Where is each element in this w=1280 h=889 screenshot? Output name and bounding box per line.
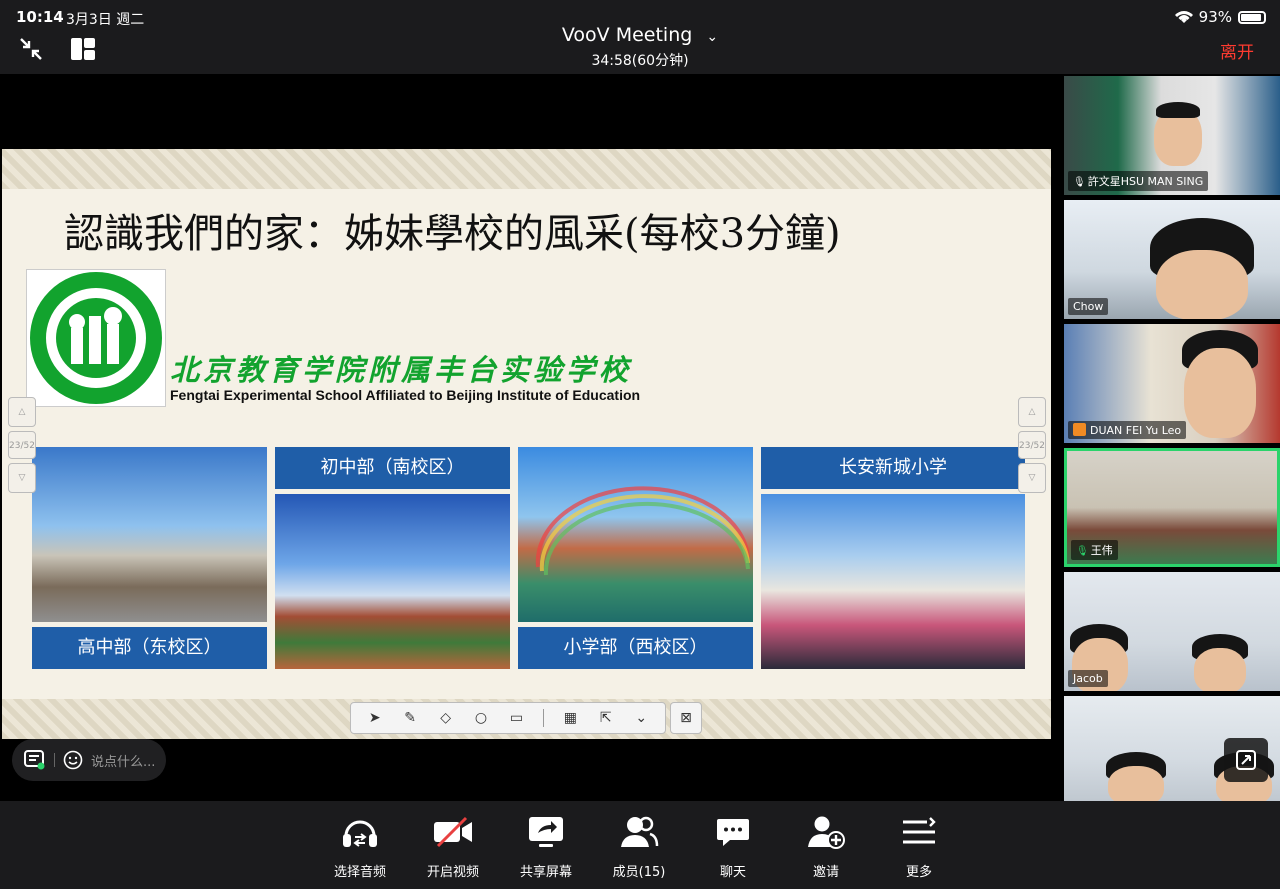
slide-prev-left[interactable]: △: [8, 397, 36, 427]
participant-name: 王伟: [1090, 544, 1113, 557]
chevron-down-icon: ⌄: [706, 29, 719, 45]
school-name-en: Fengtai Experimental School Affiliated t…: [170, 387, 641, 403]
participant-face: [1194, 648, 1246, 691]
shared-screen-stage: 認識我們的家：姊妹學校的風采(每校3分鐘) 北京教育学院附属丰台实验学校 Fen…: [0, 74, 1062, 801]
headset-icon: [343, 820, 377, 847]
school-logo: [26, 269, 166, 407]
rainbow-graphic: [535, 486, 750, 576]
expand-icon: [1236, 750, 1256, 770]
invite-button-label: 邀请: [812, 865, 839, 880]
laser-icon[interactable]: ▭: [507, 709, 525, 727]
bottom-toolbar: 选择音频 开启视频 共享屏幕 成员(15) 聊天 邀请 更多: [0, 801, 1280, 889]
participant-rail[interactable]: 🎙 許文星HSU MAN SING Chow DUAN FEI Yu Leo 🎙 王…: [1062, 74, 1280, 801]
participant-name: DUAN FEI Yu Leo: [1090, 424, 1182, 437]
participant-name-tag: DUAN FEI Yu Leo: [1068, 421, 1187, 439]
participant-tile[interactable]: Jacob: [1064, 572, 1280, 691]
participant-face: [1156, 250, 1248, 319]
slide-top-border: [2, 149, 1051, 189]
divider: [54, 753, 55, 767]
participant-name-tag: Chow: [1068, 298, 1109, 315]
participant-face: [1184, 348, 1256, 438]
slide-title: 認識我們的家：姊妹學校的風采(每校3分鐘): [64, 211, 841, 257]
slide-page-left: 23/52: [8, 431, 36, 459]
chevron-down-icon[interactable]: ⌄: [632, 709, 650, 727]
members-icon: [621, 816, 659, 847]
participant-name: Jacob: [1073, 672, 1103, 685]
participant-hair: [1156, 102, 1200, 118]
meeting-title[interactable]: VooV Meeting ⌄: [0, 24, 1280, 46]
pointer-icon[interactable]: ➤: [366, 709, 384, 727]
chat-icon: [717, 819, 749, 846]
more-button[interactable]: 更多: [879, 813, 959, 880]
members-button-label: 成员(15): [612, 865, 666, 880]
caption-primary-school: 小学部（西校区）: [518, 627, 753, 669]
meeting-duration: 34:58(60分钟): [591, 53, 689, 69]
photo-high-school: [32, 447, 267, 622]
participant-name-tag: 🎙 許文星HSU MAN SING: [1068, 171, 1209, 191]
slide-next-right[interactable]: ▽: [1018, 463, 1046, 493]
emoji-icon[interactable]: [63, 750, 83, 770]
participant-tile-active[interactable]: 🎙 王伟: [1064, 448, 1280, 567]
top-bar: 10:14 3月3日 週二 93% VooV Meeting ⌄ 34:58(6…: [0, 0, 1280, 74]
participant-face: [1108, 766, 1164, 801]
fullscreen-button[interactable]: [1224, 738, 1268, 782]
export-icon[interactable]: ⇱: [597, 709, 615, 727]
presentation-icon[interactable]: ⊠: [670, 702, 702, 734]
video-button[interactable]: 开启视频: [413, 813, 493, 880]
magnifier-icon[interactable]: ○: [472, 709, 490, 727]
caption-high-school: 高中部（东校区）: [32, 627, 267, 669]
photo-changan-school: [761, 494, 1025, 669]
mic-icon: 🎙: [1076, 546, 1089, 557]
participant-tile[interactable]: 🎙 許文星HSU MAN SING: [1064, 76, 1280, 195]
wifi-icon: [1174, 11, 1193, 23]
chat-placeholder: 说点什么...: [91, 754, 156, 770]
slide-page-right: 23/52: [1018, 431, 1046, 459]
battery-icon: [1238, 10, 1266, 24]
photo-junior-school: [275, 494, 510, 669]
share-screen-icon: [529, 817, 563, 847]
slides-icon[interactable]: ▦: [561, 709, 579, 727]
participant-name: Chow: [1073, 300, 1104, 313]
photo-primary-school: [518, 447, 753, 622]
video-off-icon: [434, 816, 472, 848]
school-name-cn: 北京教育学院附属丰台实验学校: [170, 353, 633, 387]
leave-button[interactable]: 离开: [1220, 38, 1254, 63]
caption-changan-school: 长安新城小学: [761, 447, 1025, 489]
invite-button[interactable]: 邀请: [786, 813, 866, 880]
more-button-label: 更多: [905, 865, 932, 880]
annotation-toolbar: ➤ ✎ ◇ ○ ▭ ▦ ⇱ ⌄: [350, 702, 666, 734]
share-screen-button[interactable]: 共享屏幕: [506, 813, 586, 880]
chat-list-icon[interactable]: [24, 750, 46, 770]
participant-tile[interactable]: DUAN FEI Yu Leo: [1064, 324, 1280, 443]
participant-name: 許文星HSU MAN SING: [1087, 175, 1204, 188]
divider: [542, 709, 544, 727]
participant-name-tag: 🎙 王伟: [1071, 540, 1118, 560]
chat-button-label: 聊天: [719, 865, 746, 880]
chat-button[interactable]: 聊天: [693, 813, 773, 880]
members-button[interactable]: 成员(15): [599, 813, 679, 880]
more-icon: [903, 817, 936, 844]
share-screen-button-label: 共享屏幕: [519, 865, 572, 880]
audio-button[interactable]: 选择音频: [320, 813, 400, 880]
chat-quick-input[interactable]: 说点什么...: [12, 739, 166, 781]
caption-junior-school: 初中部（南校区）: [275, 447, 510, 489]
slide-next-left[interactable]: ▽: [8, 463, 36, 493]
slide-prev-right[interactable]: △: [1018, 397, 1046, 427]
meeting-title-text: VooV Meeting: [561, 24, 693, 46]
participant-name-tag: Jacob: [1068, 670, 1108, 687]
invite-icon: [808, 816, 845, 849]
audio-button-label: 选择音频: [333, 865, 386, 880]
school-logo-emblem: [30, 272, 162, 404]
shared-slide: 認識我們的家：姊妹學校的風采(每校3分鐘) 北京教育学院附属丰台实验学校 Fen…: [2, 149, 1051, 739]
participant-tile[interactable]: Chow: [1064, 200, 1280, 319]
mic-icon: 🎙: [1073, 177, 1086, 188]
eraser-icon[interactable]: ◇: [437, 709, 455, 727]
video-button-label: 开启视频: [426, 865, 479, 880]
host-badge-icon: [1073, 423, 1086, 436]
pen-icon[interactable]: ✎: [401, 709, 419, 727]
